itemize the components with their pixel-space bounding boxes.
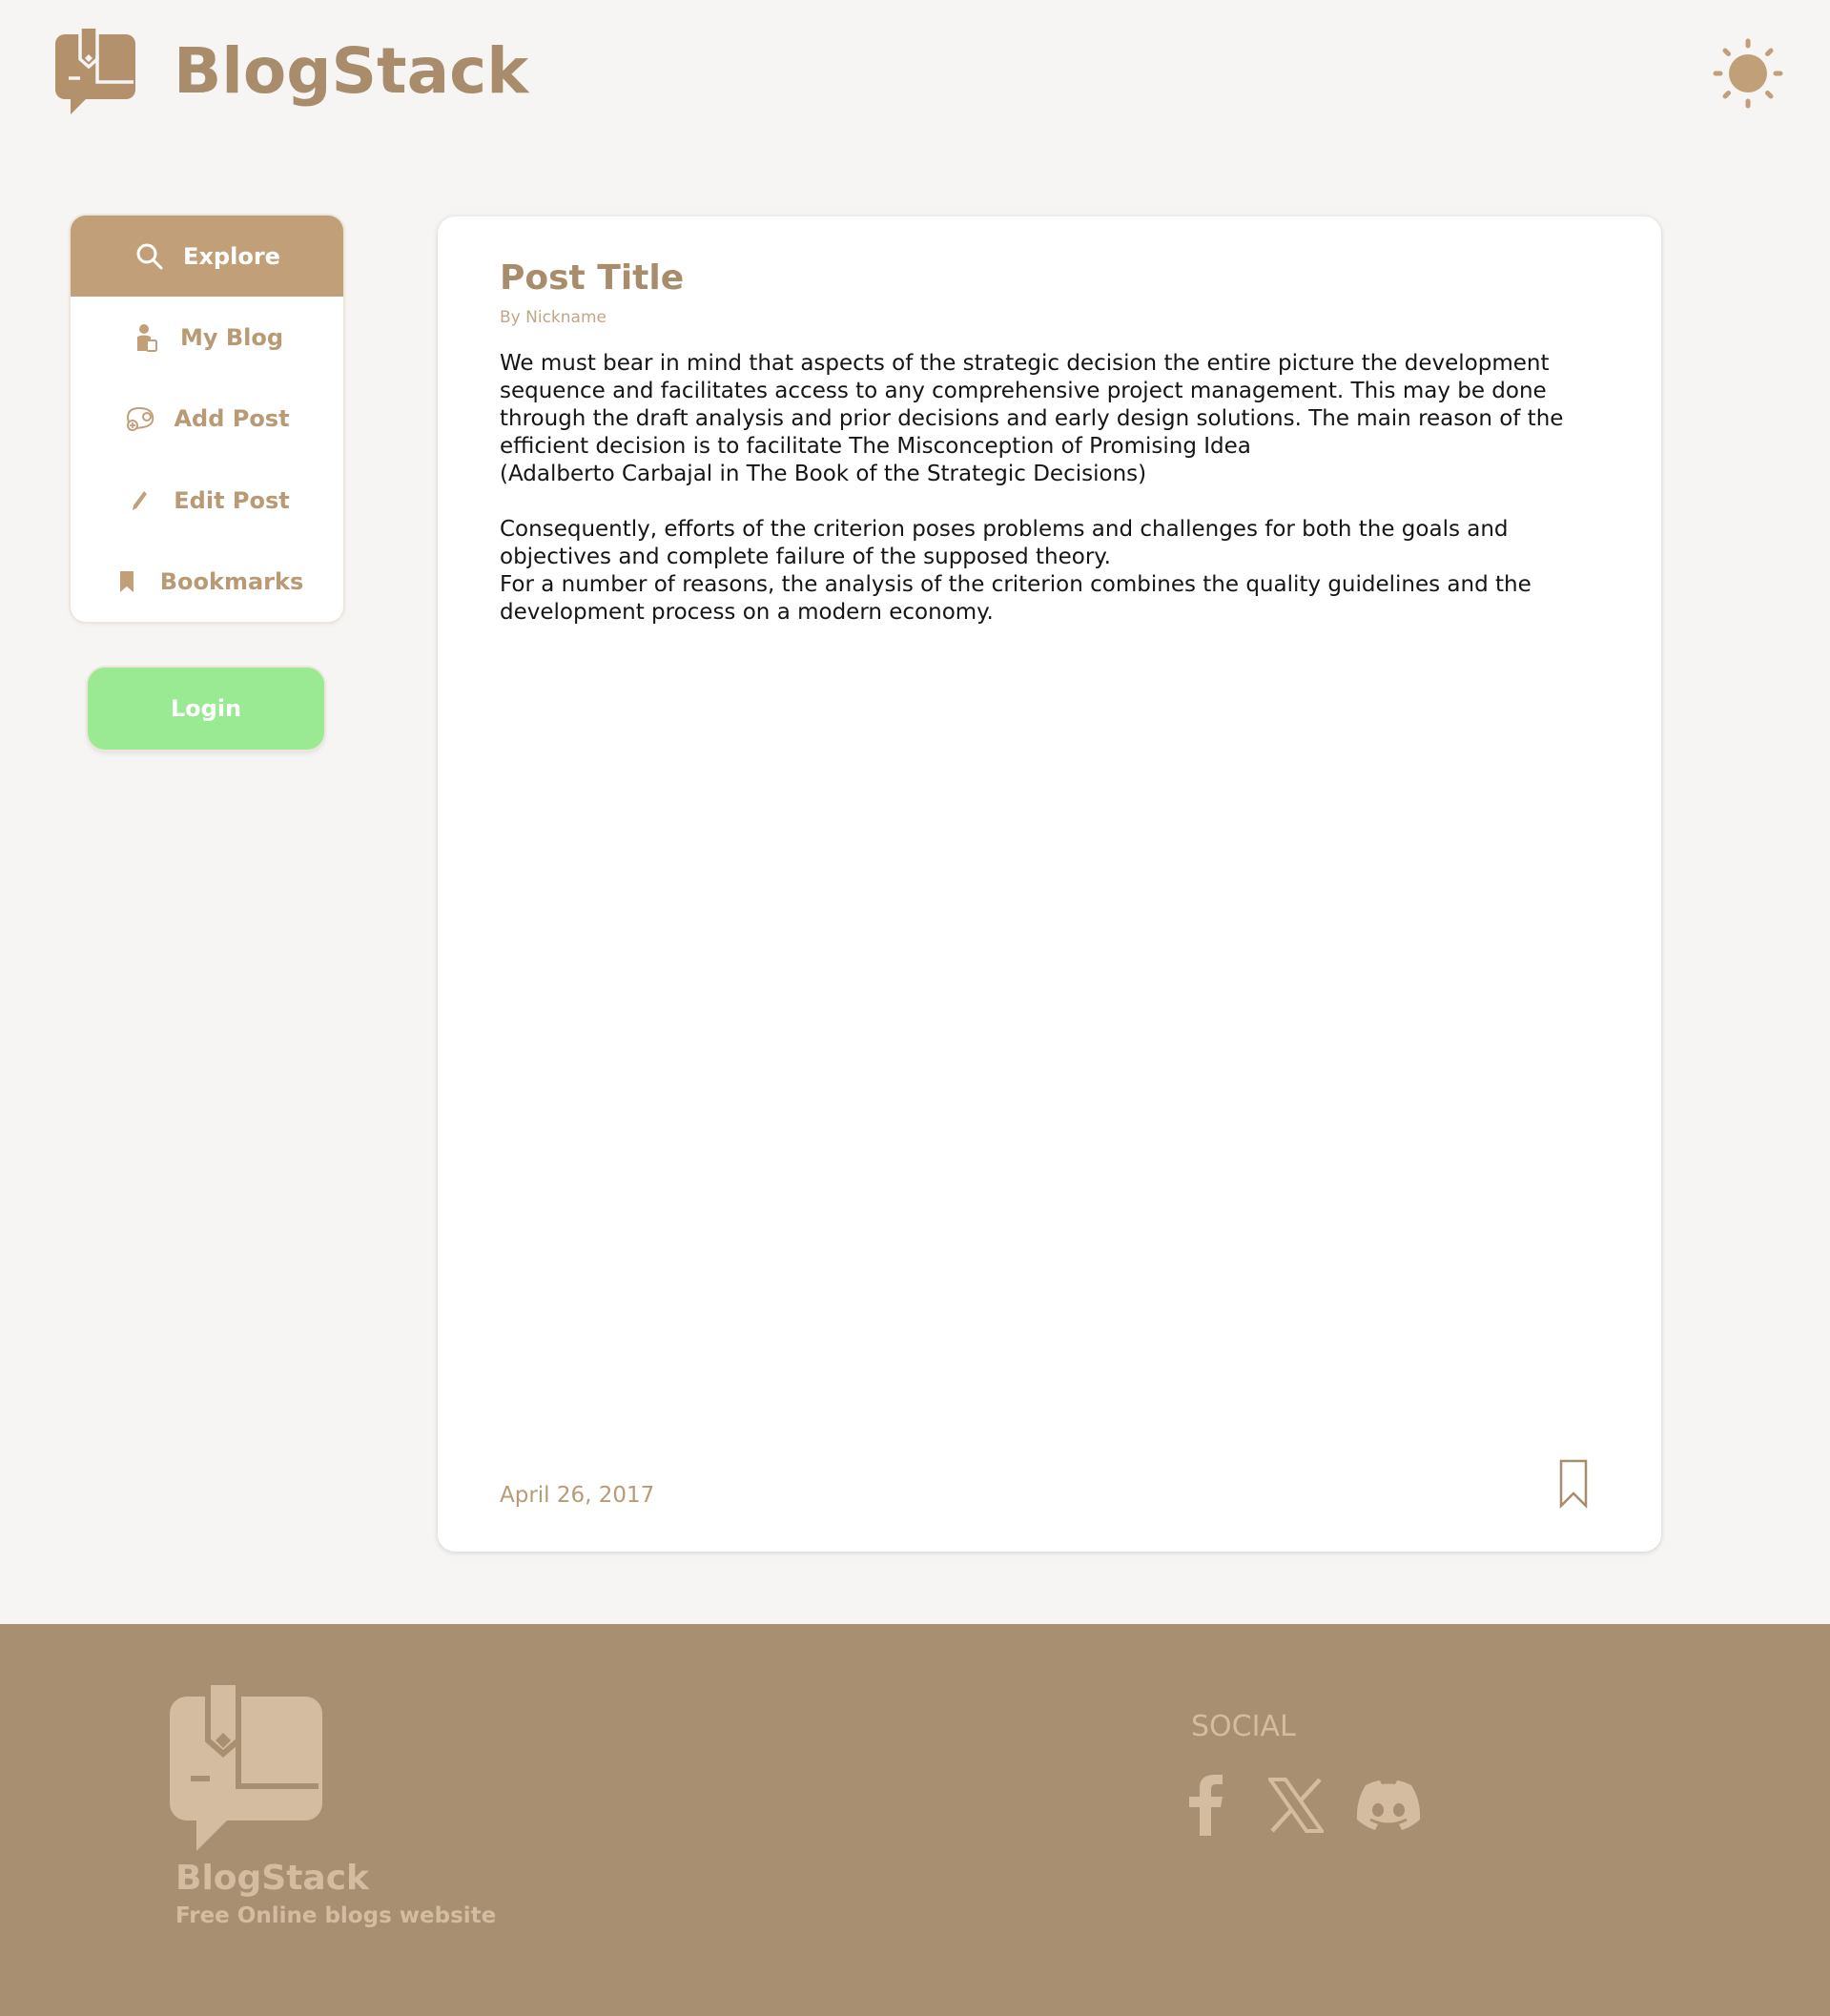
login-button[interactable]: Login	[88, 668, 324, 750]
sidebar-item-edit-post[interactable]: Edit Post	[71, 460, 343, 541]
footer: BlogStack Free Online blogs website SOCI…	[0, 1624, 1830, 2016]
post-date: April 26, 2017	[500, 1483, 655, 1508]
post-author[interactable]: By Nickname	[500, 308, 607, 327]
search-icon	[134, 240, 166, 273]
logo-icon	[170, 1685, 322, 1851]
sidebar-item-explore[interactable]: Explore	[71, 216, 343, 297]
post-paragraph: For a number of reasons, the analysis of…	[500, 572, 1532, 625]
footer-brand: BlogStack	[175, 1859, 369, 1898]
sun-icon[interactable]	[1713, 38, 1783, 109]
bookmark-outline-icon[interactable]	[1557, 1459, 1590, 1509]
brand-title[interactable]: BlogStack	[174, 34, 528, 108]
sidebar-item-label: Edit Post	[174, 486, 290, 514]
pencil-icon	[124, 484, 156, 517]
bookmark-icon	[111, 566, 143, 598]
sidebar-nav: Explore My Blog Add Post Edit Post Bookm…	[71, 216, 343, 622]
sidebar-item-bookmarks[interactable]: Bookmarks	[71, 541, 343, 622]
post-title[interactable]: Post Title	[500, 258, 684, 298]
post-paragraph: (Adalberto Carbajal in The Book of the S…	[500, 462, 1147, 486]
discord-icon[interactable]	[1354, 1779, 1423, 1835]
add-post-icon	[124, 402, 156, 435]
post-paragraph: We must bear in mind that aspects of the…	[500, 351, 1564, 459]
logo-icon[interactable]	[55, 29, 137, 116]
post-card: Post Title By Nickname We must bear in m…	[438, 216, 1661, 1552]
sidebar-item-label: My Blog	[179, 323, 284, 351]
footer-tagline: Free Online blogs website	[175, 1903, 497, 1928]
header: BlogStack	[0, 0, 1830, 153]
facebook-icon[interactable]	[1186, 1775, 1224, 1836]
sidebar-item-add-post[interactable]: Add Post	[71, 378, 343, 459]
sidebar-item-label: Explore	[183, 242, 280, 270]
social-title: SOCIAL	[1191, 1710, 1296, 1743]
post-paragraph: Consequently, efforts of the criterion p…	[500, 517, 1509, 569]
post-body: We must bear in mind that aspects of the…	[500, 350, 1606, 627]
sidebar-item-my-blog[interactable]: My Blog	[71, 297, 343, 378]
sidebar-item-label: Bookmarks	[159, 567, 304, 595]
user-icon	[131, 321, 163, 354]
sidebar-item-label: Add Post	[174, 404, 290, 432]
x-icon[interactable]	[1268, 1778, 1324, 1833]
